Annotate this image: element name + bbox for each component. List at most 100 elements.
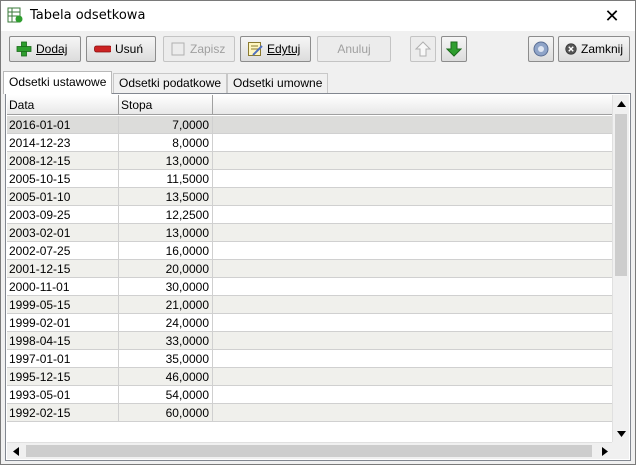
cell-date[interactable]: 2005-01-10 [7,188,119,206]
cell-date[interactable]: 2016-01-01 [7,116,119,134]
cell-filler [213,134,613,152]
cell-date[interactable]: 2005-10-15 [7,170,119,188]
cell-rate[interactable]: 30,0000 [119,278,213,296]
plus-icon [16,41,32,57]
cell-filler [213,170,613,188]
cell-rate[interactable]: 21,0000 [119,296,213,314]
save-button[interactable]: Zapisz [163,36,235,62]
cell-rate[interactable]: 46,0000 [119,368,213,386]
cell-filler [213,224,613,242]
table-row[interactable]: 2003-02-01 13,0000 [7,224,613,242]
table-row[interactable]: 2005-01-10 13,5000 [7,188,613,206]
help-button[interactable] [528,36,554,62]
cell-filler [213,296,613,314]
cell-date[interactable]: 1992-02-15 [7,404,119,422]
horizontal-scroll-thumb[interactable] [26,445,592,457]
table-row[interactable]: 1992-02-15 60,0000 [7,404,613,422]
cell-rate[interactable]: 33,0000 [119,332,213,350]
table-row[interactable]: 2005-10-15 11,5000 [7,170,613,188]
cell-date[interactable]: 2003-02-01 [7,224,119,242]
cell-rate[interactable]: 13,0000 [119,152,213,170]
cell-filler [213,116,613,134]
cell-filler [213,350,613,368]
table-row[interactable]: 2002-07-25 16,0000 [7,242,613,260]
cell-rate[interactable]: 54,0000 [119,386,213,404]
scroll-up-arrow[interactable] [613,95,630,112]
cell-filler [213,314,613,332]
window-close-button[interactable]: ✕ [589,1,635,31]
triangle-left-icon [12,447,19,456]
cancel-button[interactable]: Anuluj [317,36,391,62]
cell-rate[interactable]: 20,0000 [119,260,213,278]
table-header: Data Stopa [7,95,613,115]
table-app-icon [7,7,23,23]
triangle-right-icon [601,447,608,456]
cell-filler [213,386,613,404]
column-header-rate[interactable]: Stopa [119,95,213,115]
tab-contractual-interest[interactable]: Odsetki umowne [227,73,329,93]
cell-filler [213,188,613,206]
edit-button[interactable]: Edytuj [240,36,311,62]
column-header-date[interactable]: Data [7,95,119,115]
move-up-button[interactable] [410,36,436,62]
scroll-down-arrow[interactable] [613,425,630,442]
cell-filler [213,278,613,296]
add-button[interactable]: Dodaj [9,36,81,62]
cell-date[interactable]: 2001-12-15 [7,260,119,278]
cell-rate[interactable]: 11,5000 [119,170,213,188]
scroll-left-arrow[interactable] [7,443,24,460]
table-row[interactable]: 1999-05-15 21,0000 [7,296,613,314]
table-row[interactable]: 2014-12-23 8,0000 [7,134,613,152]
delete-button[interactable]: Usuń [86,36,156,62]
toolbar: Dodaj Usuń Zapisz Edytuj Anuluj Zamknij [1,32,635,68]
tab-tax-interest[interactable]: Odsetki podatkowe [113,73,228,93]
vertical-scrollbar[interactable] [612,95,629,442]
cell-filler [213,206,613,224]
rates-table[interactable]: Data Stopa 2016-01-01 7,0000 2014-12-23 8,0… [5,93,631,461]
table-row[interactable]: 2008-12-15 13,0000 [7,152,613,170]
table-row[interactable]: 1997-01-01 35,0000 [7,350,613,368]
table-row[interactable]: 1998-04-15 33,0000 [7,332,613,350]
table-row[interactable]: 1993-05-01 54,0000 [7,386,613,404]
cell-rate[interactable]: 12,2500 [119,206,213,224]
help-icon [533,41,549,57]
close-button[interactable]: Zamknij [558,36,630,62]
triangle-up-icon [617,100,626,107]
move-down-button[interactable] [441,36,467,62]
cell-date[interactable]: 1999-05-15 [7,296,119,314]
cell-date[interactable]: 2008-12-15 [7,152,119,170]
cell-date[interactable]: 1997-01-01 [7,350,119,368]
cell-rate[interactable]: 60,0000 [119,404,213,422]
cell-rate[interactable]: 7,0000 [119,116,213,134]
cell-date[interactable]: 2014-12-23 [7,134,119,152]
cell-date[interactable]: 2002-07-25 [7,242,119,260]
cell-date[interactable]: 1999-02-01 [7,314,119,332]
table-row[interactable]: 2000-11-01 30,0000 [7,278,613,296]
triangle-down-icon [617,430,626,437]
cell-rate[interactable]: 35,0000 [119,350,213,368]
cell-filler [213,260,613,278]
table-row[interactable]: 2001-12-15 20,0000 [7,260,613,278]
arrow-down-icon [446,41,462,57]
table-row[interactable]: 2016-01-01 7,0000 [7,116,613,134]
cell-date[interactable]: 2003-09-25 [7,206,119,224]
table-row[interactable]: 1999-02-01 24,0000 [7,314,613,332]
vertical-scroll-thumb[interactable] [615,114,627,276]
cell-date[interactable]: 2000-11-01 [7,278,119,296]
checkbox-icon [171,42,185,56]
horizontal-scrollbar[interactable] [7,442,613,459]
cell-rate[interactable]: 13,0000 [119,224,213,242]
cell-rate[interactable]: 8,0000 [119,134,213,152]
scroll-right-arrow[interactable] [596,443,613,460]
cell-date[interactable]: 1993-05-01 [7,386,119,404]
cell-rate[interactable]: 24,0000 [119,314,213,332]
table-row[interactable]: 2003-09-25 12,2500 [7,206,613,224]
cell-date[interactable]: 1998-04-15 [7,332,119,350]
edit-note-icon [248,42,263,56]
tab-statutory-interest[interactable]: Odsetki ustawowe [3,71,113,94]
cell-rate[interactable]: 16,0000 [119,242,213,260]
table-row[interactable]: 1995-12-15 46,0000 [7,368,613,386]
cancel-button-label: Anuluj [337,42,371,56]
cell-rate[interactable]: 13,5000 [119,188,213,206]
cell-date[interactable]: 1995-12-15 [7,368,119,386]
